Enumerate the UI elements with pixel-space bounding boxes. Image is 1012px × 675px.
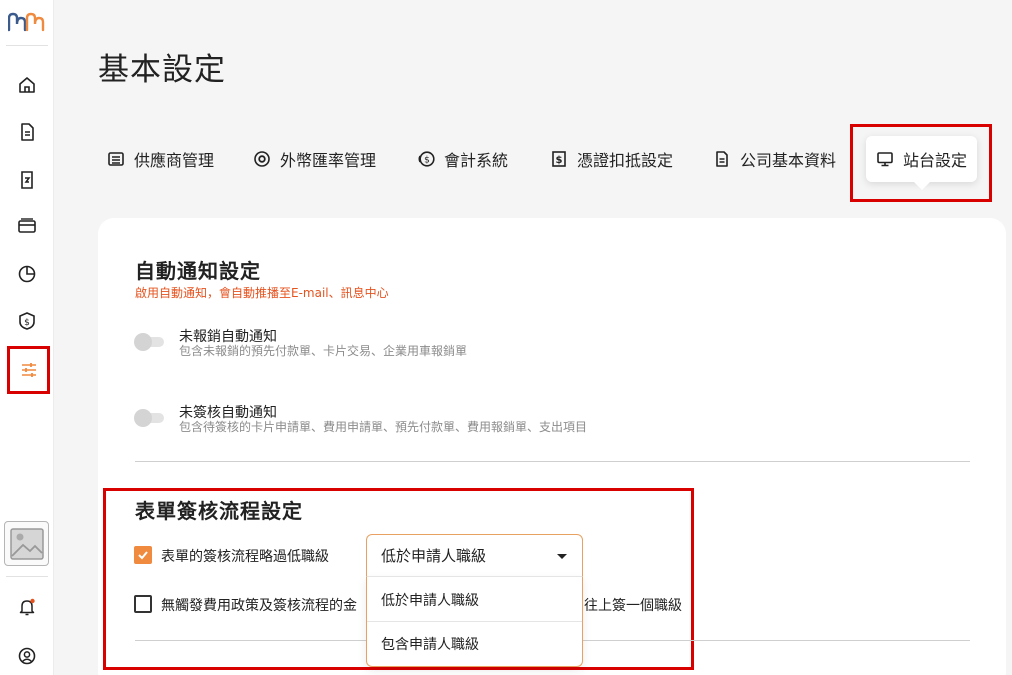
caret-down-icon — [557, 554, 567, 559]
auto-notify-title: 自動通知設定 — [135, 259, 261, 283]
tab-label: 公司基本資料 — [740, 151, 837, 170]
rank-select[interactable]: 低於申請人職級 — [366, 534, 583, 577]
avatar[interactable] — [4, 521, 49, 566]
nav-documents[interactable] — [9, 114, 45, 150]
unapproved-desc: 包含待簽核的卡片申請單、費用申請單、預先付款單、費用報銷單、支出項目 — [179, 420, 588, 434]
escalate-label-start: 無觸發費用政策及簽核流程的金 — [161, 598, 357, 614]
svg-text:$: $ — [24, 318, 30, 328]
sidebar-divider — [6, 576, 48, 577]
svg-text:$: $ — [424, 156, 430, 166]
tab-label: 外幣匯率管理 — [280, 151, 377, 170]
nav-accounting[interactable]: $ — [9, 303, 45, 339]
sliders-icon — [21, 363, 36, 377]
rank-option[interactable]: 包含申請人職級 — [381, 634, 479, 654]
home-icon — [19, 77, 35, 93]
dollar-doc-icon: $ — [552, 151, 566, 167]
tab-site-settings[interactable]: 站台設定 — [866, 136, 977, 190]
svg-text:$: $ — [556, 155, 563, 166]
monitor-icon — [877, 152, 893, 167]
nav-expense[interactable] — [9, 162, 45, 198]
nav-notifications[interactable] — [9, 589, 45, 625]
tab-vendor[interactable]: 供應商管理 — [107, 143, 214, 175]
auto-notify-subtitle: 啟用自動通知，會自動推播至E-mail、訊息中心 — [135, 286, 389, 300]
dollar-shield-icon: $ — [19, 312, 35, 330]
section-divider — [135, 461, 970, 462]
logo-icon[interactable] — [8, 10, 46, 36]
page-title: 基本設定 — [98, 52, 226, 88]
expense-doc-icon — [21, 171, 33, 189]
tab-label: 站台設定 — [902, 151, 967, 170]
escalate-label-end: 往上簽一個職級 — [584, 598, 682, 614]
tab-label: 供應商管理 — [134, 151, 215, 170]
dropdown-divider — [367, 621, 582, 622]
unreimbursed-toggle[interactable] — [134, 333, 166, 351]
tab-label: 憑證扣抵設定 — [577, 151, 674, 170]
bell-icon — [19, 598, 35, 616]
tab-accounting[interactable]: $ 會計系統 — [417, 143, 508, 175]
skip-lower-rank-label: 表單的簽核流程略過低職級 — [161, 549, 329, 565]
user-circle-icon — [18, 647, 36, 665]
rank-dropdown: 低於申請人職級 包含申請人職級 — [366, 576, 583, 667]
tab-voucher[interactable]: $ 憑證扣抵設定 — [550, 143, 673, 175]
sidebar: $ — [0, 0, 54, 675]
card-icon — [18, 218, 36, 233]
document-icon — [21, 123, 34, 141]
check-icon — [138, 551, 148, 560]
rank-option[interactable]: 低於申請人職級 — [381, 590, 479, 610]
nav-home[interactable] — [9, 67, 45, 103]
skip-lower-rank-checkbox[interactable] — [134, 546, 152, 564]
image-placeholder-icon — [9, 527, 44, 560]
tab-currency[interactable]: 外幣匯率管理 — [253, 143, 376, 175]
document-icon — [716, 151, 728, 167]
coin-icon: $ — [418, 151, 435, 167]
tab-label: 會計系統 — [444, 151, 509, 170]
unapproved-toggle[interactable] — [134, 409, 166, 427]
pie-chart-icon — [18, 265, 36, 283]
vendor-icon — [108, 152, 124, 166]
nav-cards[interactable] — [9, 208, 45, 244]
nav-settings[interactable] — [7, 346, 50, 394]
approval-flow-title: 表單簽核流程設定 — [135, 499, 303, 523]
unreimbursed-desc: 包含未報銷的預先付款單、卡片交易、企業用車報銷單 — [179, 344, 468, 358]
rank-select-value: 低於申請人職級 — [381, 547, 487, 565]
tab-company[interactable]: 公司基本資料 — [713, 143, 836, 175]
nav-reports[interactable] — [9, 256, 45, 292]
target-icon — [254, 151, 270, 167]
sidebar-divider — [6, 45, 48, 46]
nav-account[interactable] — [9, 638, 45, 674]
escalate-checkbox[interactable] — [134, 595, 152, 613]
